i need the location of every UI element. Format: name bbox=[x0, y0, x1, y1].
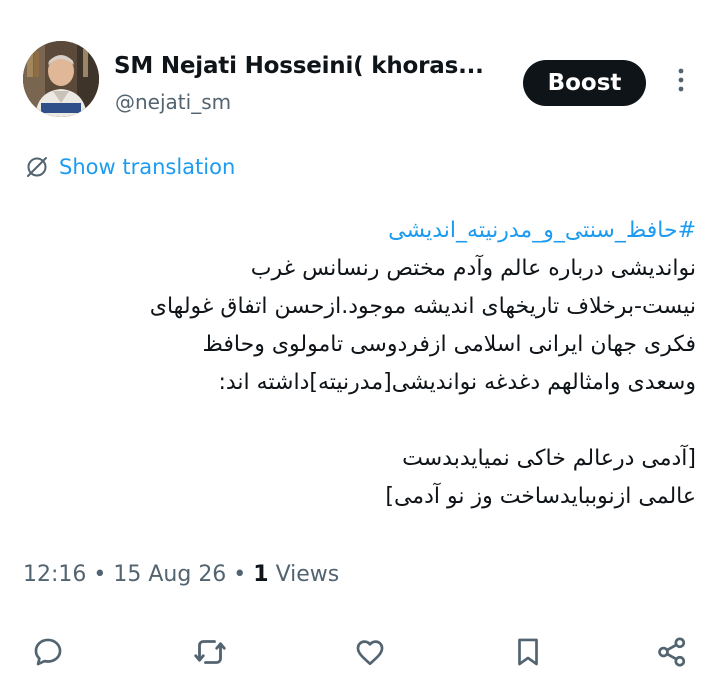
post-text: #حافظ_سنتی_و_مدرنیته_اندیشی نواندیشی درب… bbox=[22, 212, 696, 516]
like-icon bbox=[353, 635, 387, 673]
post-text-line: عالمی ازنوببایدساخت وز نو آدمی] bbox=[385, 484, 696, 509]
show-translation-label: Show translation bbox=[59, 155, 236, 179]
show-translation-link[interactable]: Show translation bbox=[25, 155, 235, 179]
hashtag-link[interactable]: #حافظ_سنتی_و_مدرنیته_اندیشی bbox=[388, 218, 696, 243]
share-button[interactable] bbox=[648, 630, 696, 678]
meta-separator: • bbox=[86, 562, 114, 587]
post-time[interactable]: 12:16 bbox=[23, 562, 86, 587]
post-meta: 12:16 • 15 Aug 26 • 1 Views bbox=[23, 562, 339, 587]
post-text-line: نواندیشی درباره عالم وآدم مختص رنسانس غر… bbox=[250, 256, 696, 281]
avatar[interactable] bbox=[23, 41, 99, 117]
more-vertical-icon bbox=[678, 68, 684, 96]
reply-button[interactable] bbox=[24, 630, 72, 678]
post-text-line: [آدمی درعالم خاکی نمیایدبدست bbox=[402, 446, 696, 471]
views-label: Views bbox=[268, 562, 340, 587]
post-text-line: فکری جهان ایرانی اسلامی ازفردوسی تامولوی… bbox=[202, 332, 697, 357]
reply-icon bbox=[31, 635, 65, 673]
author-display-name[interactable]: SM Nejati Hosseini( khoras... bbox=[114, 53, 484, 79]
share-icon bbox=[655, 635, 689, 673]
repost-button[interactable] bbox=[186, 630, 234, 678]
more-options-button[interactable] bbox=[668, 67, 694, 97]
views-count: 1 bbox=[253, 562, 269, 587]
post-header: SM Nejati Hosseini( khoras... @nejati_sm… bbox=[23, 41, 698, 121]
boost-button[interactable]: Boost bbox=[523, 60, 646, 106]
meta-separator: • bbox=[226, 562, 254, 587]
post-text-line bbox=[22, 402, 696, 440]
like-button[interactable] bbox=[346, 630, 394, 678]
post-text-line: نیست-برخلاف تاریخهای اندیشه موجود.ازحسن … bbox=[149, 294, 696, 319]
post-text-line: وسعدی وامثالهم دغدغه نواندیشی[مدرنیته]دا… bbox=[218, 370, 696, 395]
bookmark-icon bbox=[511, 635, 545, 673]
bookmark-button[interactable] bbox=[504, 630, 552, 678]
repost-icon bbox=[192, 634, 228, 674]
translate-icon bbox=[25, 155, 49, 179]
author-handle[interactable]: @nejati_sm bbox=[115, 90, 231, 114]
action-bar bbox=[0, 630, 707, 680]
post-date[interactable]: 15 Aug 26 bbox=[113, 562, 226, 587]
